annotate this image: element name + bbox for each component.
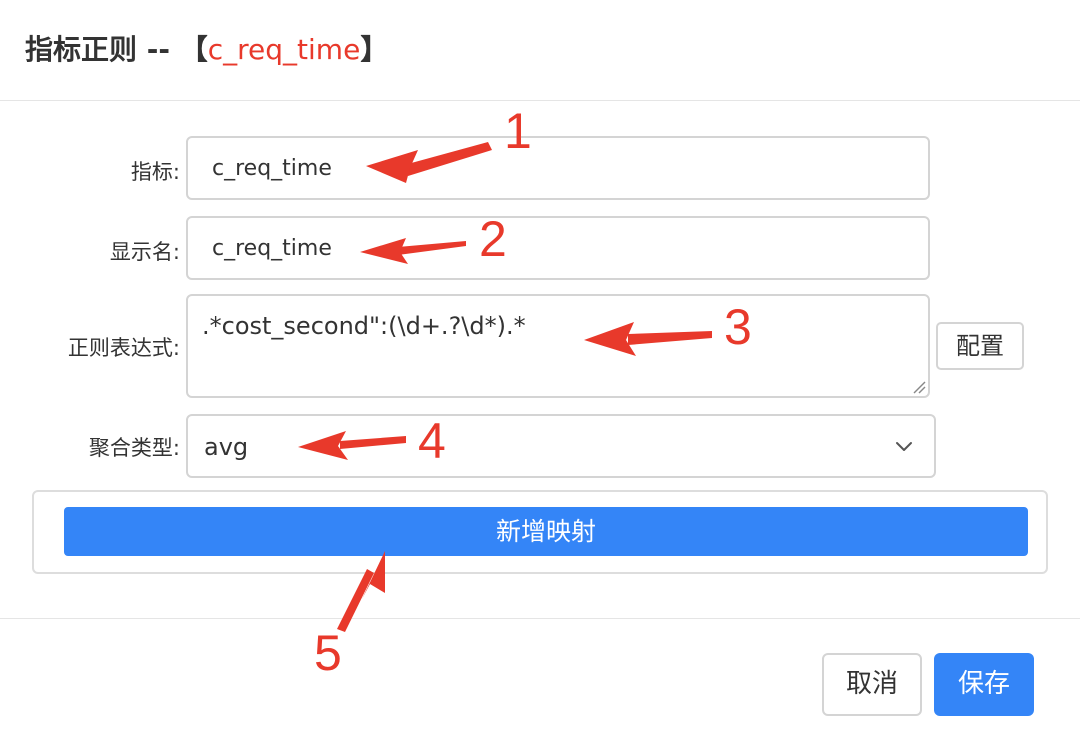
cancel-button[interactable]: 取消 bbox=[822, 653, 922, 716]
metric-field-value: c_req_time bbox=[212, 156, 332, 181]
annotation-number-2: 2 bbox=[479, 211, 507, 267]
dialog-title-suffix: 】 bbox=[360, 33, 389, 66]
aggregation-label: 聚合类型: bbox=[88, 436, 180, 460]
metric-label: 指标: bbox=[130, 160, 180, 184]
metric-field[interactable]: c_req_time bbox=[186, 136, 930, 200]
annotation-arrow-5 bbox=[337, 569, 374, 632]
regex-textarea[interactable]: .*cost_second":(\d+.?\d*).* bbox=[186, 294, 930, 398]
chevron-down-icon bbox=[896, 442, 912, 451]
aggregation-select-value: avg bbox=[204, 433, 249, 461]
dialog-title-metric: c_req_time bbox=[207, 33, 361, 66]
config-button[interactable]: 配置 bbox=[936, 322, 1024, 370]
aggregation-select[interactable]: avg bbox=[186, 414, 936, 478]
save-button[interactable]: 保存 bbox=[934, 653, 1034, 716]
resize-handle-icon[interactable] bbox=[912, 380, 926, 394]
footer-divider bbox=[0, 618, 1080, 619]
regex-textarea-value: .*cost_second":(\d+.?\d*).* bbox=[202, 312, 526, 340]
add-mapping-button[interactable]: 新增映射 bbox=[64, 507, 1028, 556]
display-name-field-value: c_req_time bbox=[212, 236, 332, 261]
dialog-title-prefix: 指标正则 -- 【 bbox=[25, 33, 208, 66]
regex-label: 正则表达式: bbox=[67, 336, 180, 360]
annotation-number-4: 4 bbox=[418, 413, 446, 469]
display-name-field[interactable]: c_req_time bbox=[186, 216, 930, 280]
annotation-number-1: 1 bbox=[504, 103, 532, 159]
annotation-number-3: 3 bbox=[724, 299, 752, 355]
dialog-header: 指标正则 -- 【c_req_time】 bbox=[0, 0, 1080, 101]
display-name-label: 显示名: bbox=[109, 240, 180, 264]
annotation-number-5: 5 bbox=[314, 625, 342, 681]
dialog-title: 指标正则 -- 【c_req_time】 bbox=[25, 28, 388, 68]
